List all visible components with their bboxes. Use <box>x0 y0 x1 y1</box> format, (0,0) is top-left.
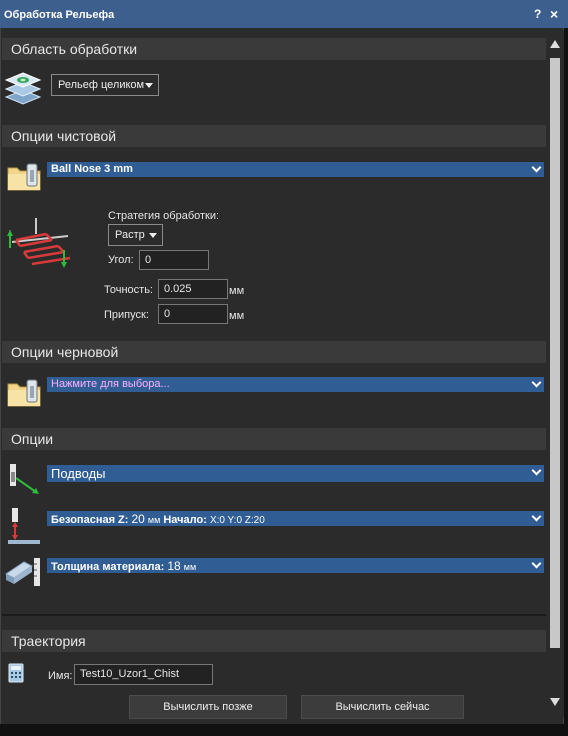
help-button[interactable]: ? <box>534 7 541 21</box>
finish-tool-selector[interactable]: Ball Nose 3 mm <box>47 162 544 177</box>
section-toolpath-header[interactable]: Траектория <box>2 630 546 652</box>
strategy-label: Стратегия обработки: <box>108 210 220 222</box>
tool-folder-icon[interactable] <box>6 378 42 408</box>
right-edge <box>564 28 568 736</box>
scroll-up-icon[interactable] <box>550 40 560 48</box>
home-value: X:0 Y:0 Z:20 <box>209 515 265 526</box>
calculate-later-button[interactable]: Вычислить позже <box>129 695 287 719</box>
angle-input[interactable]: 0 <box>139 250 209 270</box>
machining-area-dropdown[interactable]: Рельеф целиком <box>51 74 159 96</box>
scroll-down-icon[interactable] <box>550 698 560 706</box>
allowance-unit: мм <box>229 310 245 322</box>
tolerance-label: Точность: <box>104 284 153 296</box>
safe-z-value: 20 <box>131 512 145 526</box>
material-thickness-text: Толщина материала: 18 мм <box>51 559 196 573</box>
finish-tool-name: Ball Nose 3 mm <box>51 163 133 175</box>
allowance-input[interactable]: 0 <box>158 304 228 324</box>
leadins-selector[interactable]: Подводы <box>47 465 544 482</box>
safe-z-unit: мм <box>147 515 161 525</box>
section-toolpath-title: Траектория <box>11 633 86 649</box>
calculate-now-button[interactable]: Вычислить сейчас <box>301 695 464 719</box>
scrollbar-thumb[interactable] <box>550 58 560 648</box>
toolpath-name-input[interactable]: Test10_Uzor1_Chist <box>74 664 213 685</box>
machining-area-value: Рельеф целиком <box>58 79 145 91</box>
home-label: Начало <box>163 514 204 526</box>
section-rough-title: Опции черновой <box>11 344 119 360</box>
rough-tool-placeholder: Нажмите для выбора... <box>51 378 170 390</box>
section-options-title: Опции <box>11 431 54 447</box>
section-divider <box>2 614 546 616</box>
chevron-down-icon <box>531 465 542 476</box>
chevron-down-icon <box>531 558 542 569</box>
safe-z-selector[interactable]: Безопасная Z: 20 мм Начало: X:0 Y:0 Z:20 <box>47 511 544 526</box>
leadin-icon <box>6 462 42 496</box>
safe-z-text: Безопасная Z: 20 мм Начало: X:0 Y:0 Z:20 <box>51 512 265 526</box>
title-bar: Обработка Рельефа ? × <box>0 0 568 28</box>
material-thickness-icon <box>4 554 42 590</box>
material-thickness-selector[interactable]: Толщина материала: 18 мм <box>47 558 544 573</box>
angle-label: Угол: <box>108 254 134 266</box>
section-finish-header[interactable]: Опции чистовой <box>2 125 546 147</box>
chevron-down-icon <box>531 377 542 388</box>
strategy-value: Растр <box>115 229 145 241</box>
bottom-edge <box>0 724 568 736</box>
scrollbar[interactable] <box>546 30 564 718</box>
safe-z-label: Безопасная Z: <box>51 514 129 526</box>
section-area-title: Область обработки <box>11 41 138 57</box>
section-options-header[interactable]: Опции <box>2 428 546 450</box>
chevron-down-icon <box>531 511 542 522</box>
safe-z-icon <box>6 506 42 546</box>
close-button[interactable]: × <box>550 6 558 22</box>
section-finish-title: Опции чистовой <box>11 128 117 144</box>
chevron-down-icon <box>145 83 153 88</box>
material-thickness-unit: мм <box>183 562 197 572</box>
chevron-down-icon <box>531 162 542 173</box>
tolerance-input[interactable]: 0.025 <box>158 279 228 299</box>
tolerance-unit: мм <box>229 285 245 297</box>
chevron-down-icon <box>149 233 157 238</box>
rough-tool-selector[interactable]: Нажмите для выбора... <box>47 377 544 392</box>
raster-strategy-icon <box>6 214 76 278</box>
calculator-icon <box>8 663 24 683</box>
window-title: Обработка Рельефа <box>4 9 115 21</box>
material-thickness-label: Толщина материала: <box>51 561 165 573</box>
allowance-label: Припуск: <box>104 309 149 321</box>
tool-folder-icon[interactable] <box>6 162 42 192</box>
section-rough-header[interactable]: Опции черновой <box>2 341 546 363</box>
toolpath-name-label: Имя: <box>48 670 73 682</box>
section-area-header[interactable]: Область обработки <box>2 38 546 60</box>
strategy-dropdown[interactable]: Растр <box>108 224 163 246</box>
leadins-label: Подводы <box>51 466 106 481</box>
material-thickness-value: 18 <box>167 559 181 573</box>
relief-layers-icon <box>4 70 42 106</box>
